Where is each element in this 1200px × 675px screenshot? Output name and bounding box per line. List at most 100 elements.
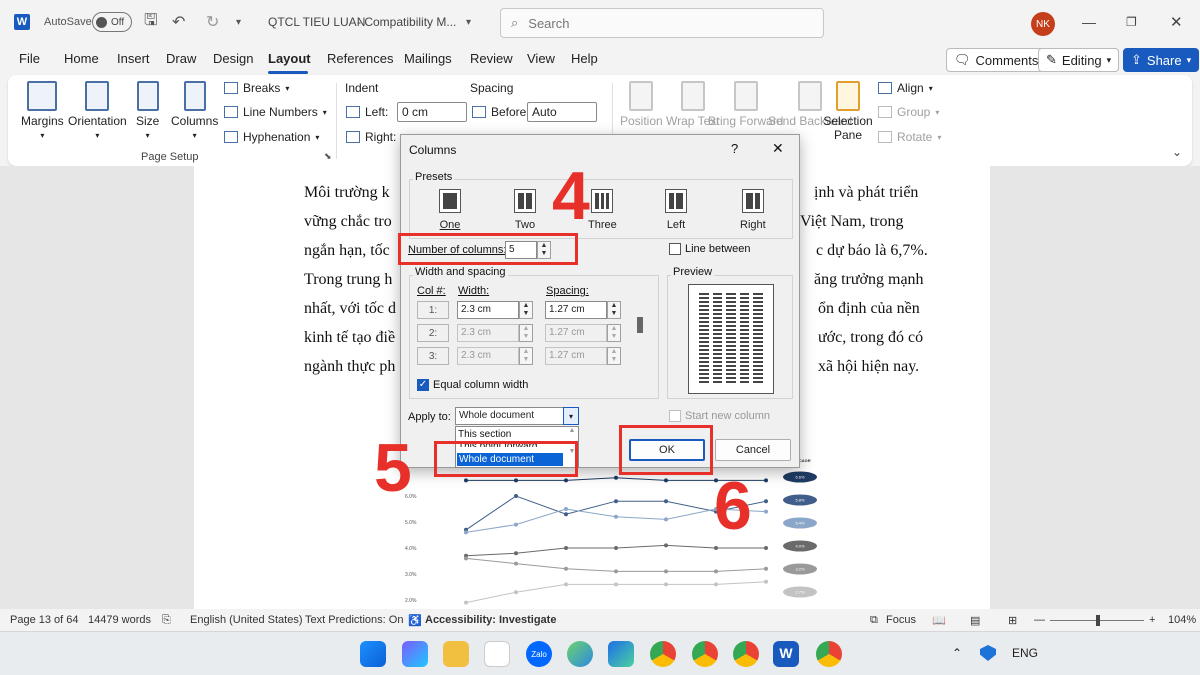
read-mode-icon[interactable]: 📖: [932, 614, 946, 627]
avatar[interactable]: NK: [1031, 12, 1055, 36]
input-language[interactable]: ENG: [1012, 646, 1038, 660]
edge-icon[interactable]: [608, 641, 634, 667]
position-button[interactable]: Position: [620, 81, 663, 128]
print-layout-icon[interactable]: ▤: [970, 614, 980, 627]
zoom-in-icon[interactable]: +: [1149, 614, 1155, 626]
preset-right[interactable]: Right: [740, 189, 766, 231]
spacing-input-1[interactable]: 1.27 cm: [545, 301, 607, 319]
group-button[interactable]: Group ▾: [878, 105, 939, 119]
spacing-input-3[interactable]: 1.27 cm: [545, 347, 607, 365]
width-stepper-1[interactable]: ▲ ▼: [519, 301, 533, 319]
search-input[interactable]: ⌕ Search: [500, 8, 824, 38]
title-dropdown-icon[interactable]: ▾: [466, 0, 471, 44]
comments-button[interactable]: 🗨 Comments: [946, 48, 1047, 72]
redo-icon[interactable]: ↻: [206, 0, 219, 44]
width-stepper-3[interactable]: ▲ ▼: [519, 347, 533, 365]
copilot-icon[interactable]: [402, 641, 428, 667]
breaks-button[interactable]: Breaks ▾: [224, 81, 289, 95]
tab-draw[interactable]: Draw: [166, 51, 196, 66]
tab-view[interactable]: View: [527, 51, 555, 66]
chevron-down-icon[interactable]: ▾: [563, 407, 579, 425]
collapse-ribbon-icon[interactable]: ⌄: [1172, 145, 1182, 159]
tab-references[interactable]: References: [327, 51, 393, 66]
dialog-launcher-icon[interactable]: ⬊: [324, 151, 332, 162]
indent-left-input[interactable]: 0 cm: [397, 102, 467, 122]
customize-qat-icon[interactable]: ▾: [236, 0, 241, 44]
spacing-stepper-1[interactable]: ▲ ▼: [607, 301, 621, 319]
align-button[interactable]: Align ▾: [878, 81, 933, 95]
tab-home[interactable]: Home: [64, 51, 99, 66]
columns-scrollbar[interactable]: [637, 301, 645, 365]
preset-one[interactable]: One: [439, 189, 461, 231]
tab-insert[interactable]: Insert: [117, 51, 150, 66]
tab-mailings[interactable]: Mailings: [404, 51, 452, 66]
size-button[interactable]: Size ▾: [136, 81, 159, 140]
chrome-profile-icon[interactable]: [733, 641, 759, 667]
tab-review[interactable]: Review: [470, 51, 513, 66]
editing-button[interactable]: ✎ Editing ▾: [1038, 48, 1120, 72]
line-numbers-button[interactable]: Line Numbers ▾: [224, 105, 327, 119]
zoom-out-icon[interactable]: —: [1034, 614, 1045, 626]
windows-start-icon[interactable]: [360, 641, 386, 667]
page-count[interactable]: Page 13 of 64: [10, 614, 79, 626]
preset-two[interactable]: Two: [514, 189, 536, 231]
text-predictions-status[interactable]: Text Predictions: On: [305, 614, 403, 626]
chrome-profile-icon[interactable]: [816, 641, 842, 667]
accessibility-status[interactable]: Accessibility: Investigate: [425, 614, 556, 626]
width-stepper-2[interactable]: ▲ ▼: [519, 324, 533, 342]
apply-option[interactable]: This section: [458, 429, 511, 440]
proofing-icon[interactable]: ⎘: [162, 614, 171, 627]
close-window-icon[interactable]: ✕: [1170, 0, 1183, 44]
language-status[interactable]: English (United States): [190, 614, 303, 626]
close-dialog-button[interactable]: ✕: [772, 140, 784, 157]
apply-to-select[interactable]: Whole document: [455, 407, 565, 425]
web-layout-icon[interactable]: ⊞: [1008, 614, 1017, 627]
equal-width-checkbox[interactable]: ✓: [417, 379, 429, 391]
photos-icon[interactable]: [567, 641, 593, 667]
minimize-icon[interactable]: —: [1082, 0, 1096, 44]
start-new-column-checkbox[interactable]: [669, 410, 681, 422]
chrome-icon[interactable]: [650, 641, 676, 667]
spacing-before-input[interactable]: Auto: [527, 102, 597, 122]
margins-button[interactable]: Margins ▾: [21, 81, 64, 140]
width-input-3[interactable]: 2.3 cm: [457, 347, 519, 365]
rotate-button[interactable]: Rotate ▾: [878, 130, 941, 144]
selection-pane-button[interactable]: Selection Pane: [823, 81, 873, 142]
data-point: [564, 566, 568, 571]
chrome-profile-icon[interactable]: [692, 641, 718, 667]
columns-dialog: Columns ? ✕ Presets One Two Three Left R…: [400, 134, 800, 468]
hyphenation-button[interactable]: Hyphenation ▾: [224, 130, 319, 144]
tab-help[interactable]: Help: [571, 51, 598, 66]
preset-three[interactable]: Three: [588, 189, 617, 231]
help-button[interactable]: ?: [731, 141, 738, 156]
orientation-button[interactable]: Orientation ▾: [68, 81, 127, 140]
restore-icon[interactable]: ❐: [1126, 0, 1137, 44]
zoom-slider[interactable]: [1050, 615, 1144, 626]
show-hidden-icons[interactable]: ⌃: [952, 646, 962, 660]
focus-button[interactable]: Focus: [886, 614, 916, 626]
autosave-toggle[interactable]: Off: [92, 12, 132, 32]
width-input-1[interactable]: 2.3 cm: [457, 301, 519, 319]
spacing-stepper-2[interactable]: ▲ ▼: [607, 324, 621, 342]
line-between-checkbox[interactable]: [669, 243, 681, 255]
security-shield-icon[interactable]: [980, 645, 996, 661]
snipping-tool-icon[interactable]: [484, 641, 510, 667]
file-explorer-icon[interactable]: [443, 641, 469, 667]
undo-icon[interactable]: ↶: [172, 0, 185, 44]
spacing-stepper-3[interactable]: ▲ ▼: [607, 347, 621, 365]
word-app-icon[interactable]: W: [773, 641, 799, 667]
tab-file[interactable]: File: [19, 51, 40, 66]
word-count[interactable]: 14479 words: [88, 614, 151, 626]
preset-left[interactable]: Left: [665, 189, 687, 231]
tab-layout[interactable]: Layout: [268, 51, 311, 66]
save-icon[interactable]: 🖫: [144, 0, 158, 44]
tab-design[interactable]: Design: [213, 51, 253, 66]
cancel-button[interactable]: Cancel: [715, 439, 791, 461]
width-input-2[interactable]: 2.3 cm: [457, 324, 519, 342]
spacing-input-2[interactable]: 1.27 cm: [545, 324, 607, 342]
indent-right-icon: [346, 131, 360, 143]
zoom-level[interactable]: 104%: [1168, 614, 1196, 626]
zalo-icon[interactable]: Zalo: [526, 641, 552, 667]
columns-button[interactable]: Columns ▾: [171, 81, 218, 140]
share-button[interactable]: ⇪ Share ▾: [1123, 48, 1200, 72]
